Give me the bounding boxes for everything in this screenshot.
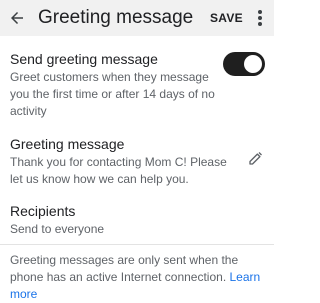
toggle-knob bbox=[244, 55, 262, 73]
greeting-message-text: Thank you for contacting Mom C! Please l… bbox=[10, 155, 227, 186]
edit-greeting-button[interactable] bbox=[248, 150, 264, 166]
page-title: Greeting message bbox=[38, 7, 194, 28]
divider bbox=[0, 244, 274, 245]
footer-note-text: Greeting messages are only sent when the… bbox=[10, 253, 239, 284]
top-app-bar: Greeting message SAVE bbox=[0, 0, 274, 36]
arrow-back-icon bbox=[11, 12, 23, 24]
send-greeting-description: Greet customers when they message you th… bbox=[10, 70, 215, 118]
more-vert-icon bbox=[258, 10, 262, 26]
recipients-value: Send to everyone bbox=[10, 222, 105, 236]
send-greeting-toggle[interactable] bbox=[223, 52, 265, 76]
recipients-setting[interactable]: Recipients Send to everyone bbox=[10, 203, 250, 238]
back-button[interactable] bbox=[6, 7, 28, 29]
send-greeting-title: Send greeting message bbox=[10, 51, 158, 67]
recipients-title: Recipients bbox=[10, 203, 76, 219]
send-greeting-setting[interactable]: Send greeting message Greet customers wh… bbox=[10, 51, 215, 120]
greeting-message-setting[interactable]: Greeting message Thank you for contactin… bbox=[10, 136, 242, 188]
footer-note: Greeting messages are only sent when the… bbox=[10, 252, 268, 303]
save-button[interactable]: SAVE bbox=[210, 11, 243, 25]
more-options-button[interactable] bbox=[253, 8, 267, 28]
greeting-message-title: Greeting message bbox=[10, 136, 125, 152]
pencil-icon bbox=[249, 152, 262, 165]
